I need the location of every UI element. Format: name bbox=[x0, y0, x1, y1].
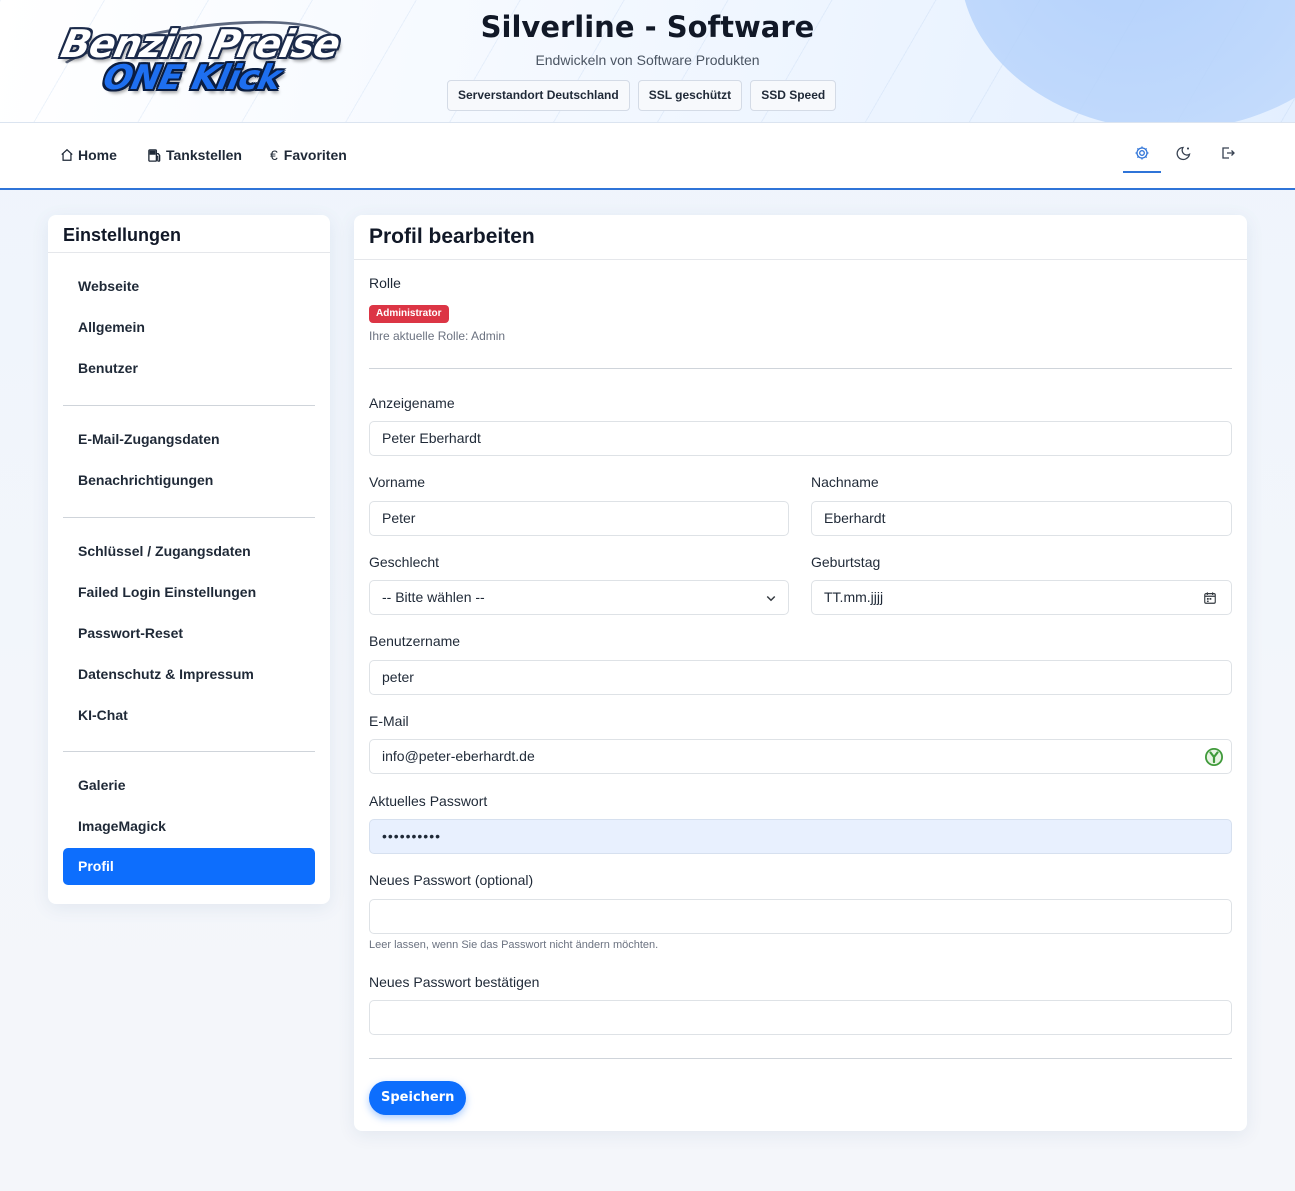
new-password-label: Neues Passwort (optional) bbox=[369, 872, 534, 888]
firstname-label: Vorname bbox=[369, 474, 426, 490]
sidebar-item-passwort-reset[interactable]: Passwort-Reset bbox=[63, 615, 315, 652]
euro-icon: € bbox=[270, 147, 278, 163]
main-navbar: Home Tankstellen € Favoriten bbox=[0, 123, 1295, 190]
sidebar-item-galerie[interactable]: Galerie bbox=[63, 767, 315, 804]
settings-button[interactable] bbox=[1130, 143, 1154, 167]
sidebar-header-divider bbox=[48, 252, 330, 253]
nav-tankstellen[interactable]: Tankstellen bbox=[147, 145, 242, 165]
site-header: Benzin Preise ONE Klick Silverline - Sof… bbox=[0, 0, 1295, 123]
sidebar-item-imagemagick[interactable]: ImageMagick bbox=[63, 808, 315, 845]
new-password-help-text: Leer lassen, wenn Sie das Passwort nicht… bbox=[369, 939, 659, 951]
birthday-input[interactable]: TT.mm.jjjj bbox=[811, 580, 1232, 615]
moon-icon bbox=[1176, 145, 1192, 166]
calendar-icon[interactable] bbox=[1201, 589, 1219, 607]
card-header-divider bbox=[354, 259, 1247, 260]
site-title: Silverline - Software bbox=[480, 10, 815, 44]
current-password-label: Aktuelles Passwort bbox=[369, 793, 488, 809]
home-icon bbox=[60, 148, 74, 162]
confirm-password-label: Neues Passwort bestätigen bbox=[369, 974, 540, 990]
role-badge: Administrator bbox=[369, 305, 449, 323]
profile-edit-card: Profil bearbeiten Rolle Administrator Ih… bbox=[354, 215, 1247, 1131]
email-input[interactable]: info@peter-eberhardt.de bbox=[369, 739, 1232, 774]
sidebar-item-schluessel[interactable]: Schlüssel / Zugangsdaten bbox=[63, 533, 315, 570]
logout-icon bbox=[1220, 145, 1236, 166]
badge-ssl: SSL geschützt bbox=[637, 80, 743, 111]
page-title: Profil bearbeiten bbox=[369, 225, 535, 248]
lastname-label: Nachname bbox=[811, 474, 879, 490]
chevron-down-icon bbox=[762, 589, 780, 607]
settings-sidebar: Einstellungen Webseite Allgemein Benutze… bbox=[48, 215, 330, 904]
username-input[interactable]: peter bbox=[369, 660, 1232, 695]
current-password-input[interactable]: •••••••••• bbox=[369, 819, 1232, 854]
firstname-input[interactable]: Peter bbox=[369, 501, 789, 536]
nav-tankstellen-label: Tankstellen bbox=[166, 147, 242, 163]
feature-badges: Serverstandort Deutschland SSL geschützt… bbox=[447, 80, 837, 111]
display-name-input[interactable]: Peter Eberhardt bbox=[369, 421, 1232, 456]
birthday-label: Geburtstag bbox=[811, 554, 881, 570]
badge-serverstandort: Serverstandort Deutschland bbox=[447, 80, 630, 111]
nav-home-label: Home bbox=[78, 147, 117, 163]
theme-toggle-button[interactable] bbox=[1172, 143, 1196, 167]
email-label: E-Mail bbox=[369, 713, 409, 729]
birthday-input-placeholder: TT.mm.jjjj bbox=[824, 589, 884, 605]
site-subtitle: Endwickeln von Software Produkten bbox=[535, 52, 760, 68]
username-label: Benutzername bbox=[369, 633, 461, 649]
role-help-text: Ihre aktuelle Rolle: Admin bbox=[369, 329, 506, 343]
sidebar-item-failed-login[interactable]: Failed Login Einstellungen bbox=[63, 574, 315, 611]
sidebar-item-ki-chat[interactable]: KI-Chat bbox=[63, 697, 315, 734]
sidebar-item-webseite[interactable]: Webseite bbox=[63, 268, 315, 305]
sidebar-divider bbox=[63, 751, 315, 752]
email-input-value: info@peter-eberhardt.de bbox=[382, 748, 535, 764]
sidebar-item-benachrichtigungen[interactable]: Benachrichtigungen bbox=[63, 462, 315, 499]
gender-label: Geschlecht bbox=[369, 554, 440, 570]
form-footer-divider bbox=[369, 1058, 1232, 1059]
nav-favoriten[interactable]: € Favoriten bbox=[270, 145, 347, 165]
password-manager-icon[interactable] bbox=[1204, 747, 1224, 767]
sidebar-title: Einstellungen bbox=[63, 225, 182, 245]
sidebar-divider bbox=[63, 405, 315, 406]
nav-favoriten-label: Favoriten bbox=[283, 147, 347, 163]
sidebar-item-profil[interactable]: Profil bbox=[63, 848, 315, 885]
save-button[interactable]: Speichern bbox=[369, 1081, 467, 1115]
display-name-label: Anzeigename bbox=[369, 395, 455, 411]
sidebar-item-datenschutz[interactable]: Datenschutz & Impressum bbox=[63, 656, 315, 693]
gender-select[interactable]: -- Bitte wählen -- bbox=[369, 580, 789, 615]
lastname-input[interactable]: Eberhardt bbox=[811, 501, 1232, 536]
confirm-password-input[interactable] bbox=[369, 1000, 1232, 1035]
logout-button[interactable] bbox=[1216, 143, 1240, 167]
gender-select-value: -- Bitte wählen -- bbox=[382, 589, 485, 605]
badge-ssd: SSD Speed bbox=[750, 80, 837, 111]
section-divider bbox=[369, 368, 1232, 369]
gear-icon bbox=[1134, 145, 1150, 166]
sidebar-item-allgemein[interactable]: Allgemein bbox=[63, 309, 315, 346]
sidebar-item-email-zugangsdaten[interactable]: E-Mail-Zugangsdaten bbox=[63, 421, 315, 458]
role-label: Rolle bbox=[369, 275, 401, 291]
nav-home[interactable]: Home bbox=[60, 145, 117, 165]
sidebar-item-benutzer[interactable]: Benutzer bbox=[63, 350, 315, 387]
new-password-input[interactable] bbox=[369, 899, 1232, 934]
sidebar-divider bbox=[63, 517, 315, 518]
nav-active-indicator bbox=[1123, 171, 1161, 173]
fuel-pump-icon bbox=[147, 148, 162, 163]
